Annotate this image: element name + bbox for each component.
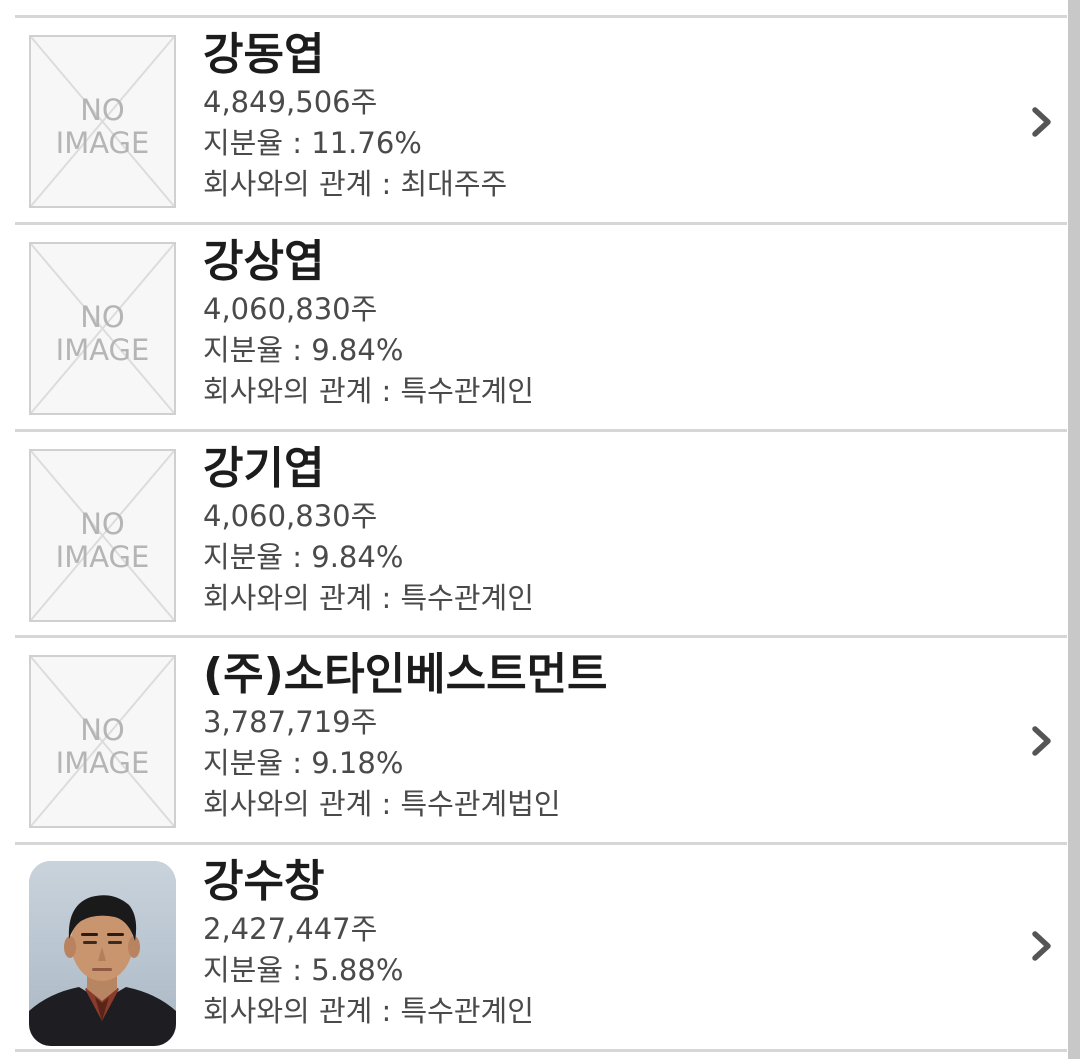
shareholder-relation: 회사와의 관계 : 최대주주 — [203, 167, 508, 201]
shareholder-name: (주)소타인베스트먼트 — [203, 649, 608, 700]
no-image-label: NO IMAGE — [55, 300, 150, 367]
shareholder-shares: 3,787,719주 — [203, 705, 378, 739]
shareholder-photo — [29, 861, 176, 1046]
no-image-label: NO IMAGE — [55, 713, 150, 780]
shareholder-shares: 2,427,447주 — [203, 912, 378, 946]
shareholder-name: 강기엽 — [203, 443, 325, 494]
shareholder-relation: 회사와의 관계 : 특수관계인 — [203, 994, 534, 1028]
shareholder-info: 강동엽 4,849,506주 지분율 : 11.76% 회사와의 관계 : 최대… — [203, 28, 983, 205]
shareholder-name: 강상엽 — [203, 236, 325, 287]
shareholder-shares: 4,060,830주 — [203, 292, 378, 326]
shareholder-shares: 4,060,830주 — [203, 499, 378, 533]
shareholder-list: NO IMAGE 강동엽 4,849,506주 지분율 : 11.76% 회사와… — [15, 0, 1067, 1059]
shareholder-relation: 회사와의 관계 : 특수관계법인 — [203, 787, 561, 821]
no-image-placeholder: NO IMAGE — [29, 449, 176, 622]
chevron-right-icon[interactable] — [1029, 724, 1055, 758]
no-image-placeholder: NO IMAGE — [29, 35, 176, 208]
chevron-right-icon[interactable] — [1029, 929, 1055, 963]
shareholder-ratio: 지분율 : 11.76% — [203, 126, 422, 160]
no-image-label: NO IMAGE — [55, 507, 150, 574]
shareholder-row[interactable]: NO IMAGE 강상엽 4,060,830주 지분율 : 9.84% 회사와의… — [15, 225, 1067, 429]
shareholder-relation: 회사와의 관계 : 특수관계인 — [203, 374, 534, 408]
shareholder-shares: 4,849,506주 — [203, 85, 378, 119]
shareholder-relation: 회사와의 관계 : 특수관계인 — [203, 581, 534, 615]
list-divider — [15, 1049, 1067, 1052]
shareholder-name: 강수창 — [203, 856, 325, 907]
shareholder-ratio: 지분율 : 9.84% — [203, 333, 404, 367]
shareholder-name: 강동엽 — [203, 29, 325, 80]
portrait-photo — [29, 861, 176, 1046]
shareholder-row[interactable]: NO IMAGE 강동엽 4,849,506주 지분율 : 11.76% 회사와… — [15, 18, 1067, 222]
no-image-placeholder: NO IMAGE — [29, 655, 176, 828]
shareholder-info: (주)소타인베스트먼트 3,787,719주 지분율 : 9.18% 회사와의 … — [203, 648, 983, 825]
shareholder-row[interactable]: NO IMAGE (주)소타인베스트먼트 3,787,719주 지분율 : 9.… — [15, 638, 1067, 842]
shareholder-info: 강상엽 4,060,830주 지분율 : 9.84% 회사와의 관계 : 특수관… — [203, 235, 983, 412]
shareholder-ratio: 지분율 : 5.88% — [203, 953, 404, 987]
shareholder-ratio: 지분율 : 9.84% — [203, 540, 404, 574]
shareholder-list-page: NO IMAGE 강동엽 4,849,506주 지분율 : 11.76% 회사와… — [0, 0, 1080, 1059]
shareholder-row[interactable]: 강수창 2,427,447주 지분율 : 5.88% 회사와의 관계 : 특수관… — [15, 845, 1067, 1049]
no-image-placeholder: NO IMAGE — [29, 242, 176, 415]
chevron-right-icon[interactable] — [1029, 105, 1055, 139]
shareholder-row[interactable]: NO IMAGE 강기엽 4,060,830주 지분율 : 9.84% 회사와의… — [15, 432, 1067, 636]
shareholder-ratio: 지분율 : 9.18% — [203, 746, 404, 780]
shareholder-info: 강수창 2,427,447주 지분율 : 5.88% 회사와의 관계 : 특수관… — [203, 855, 983, 1032]
shareholder-info: 강기엽 4,060,830주 지분율 : 9.84% 회사와의 관계 : 특수관… — [203, 442, 983, 619]
no-image-label: NO IMAGE — [55, 93, 150, 160]
scrollbar[interactable] — [1068, 0, 1080, 1059]
